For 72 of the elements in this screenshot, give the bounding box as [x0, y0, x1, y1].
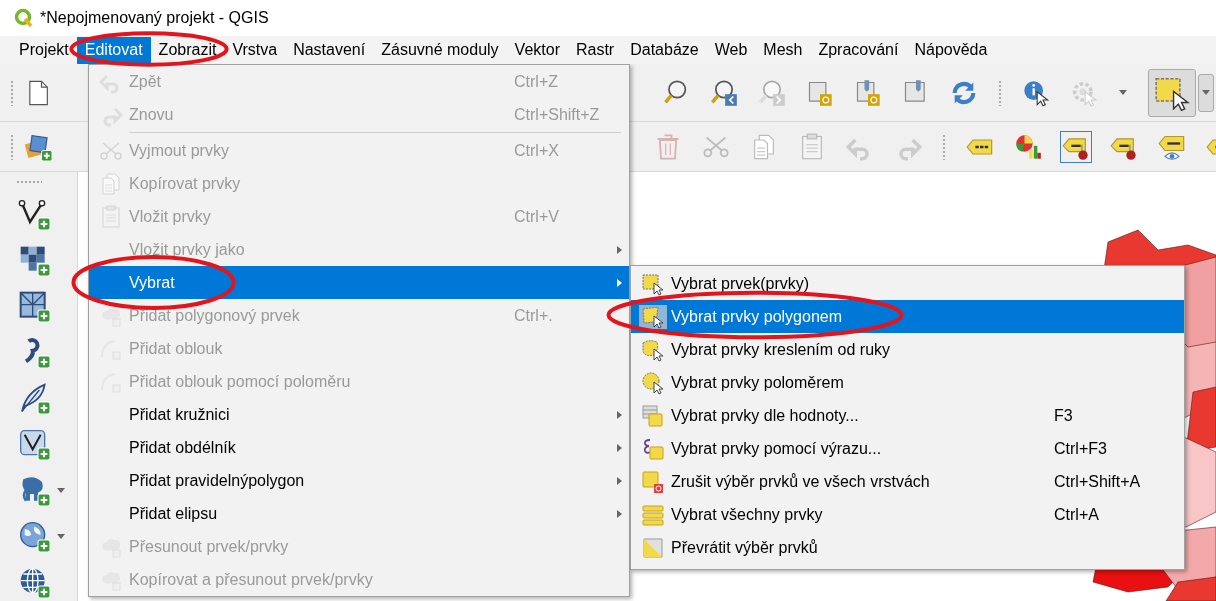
shortcut-text: Ctrl+. — [514, 306, 554, 325]
menu-bar-item[interactable]: Rastr — [567, 36, 623, 64]
diagram-icon[interactable] — [1014, 132, 1042, 161]
invert-selection-icon — [641, 535, 665, 560]
paste-icon — [99, 204, 123, 229]
bookmark-gear-icon[interactable] — [854, 78, 882, 107]
menu-bar-item[interactable]: Nastavení — [285, 36, 374, 64]
submenu-arrow-icon — [615, 409, 623, 420]
menu-bar-item[interactable]: Nápověda — [906, 36, 996, 64]
window-title: *Nepojmenovaný projekt - QGIS — [40, 9, 269, 27]
menu-item[interactable]: Vybrat všechny prvky Ctrl+A — [631, 498, 1184, 531]
shortcut-text: Ctrl+Z — [514, 72, 559, 91]
menu-bar-item[interactable]: Vrstva — [224, 36, 286, 64]
menu-item[interactable]: Přidat pravidelnýpolygon — [89, 464, 629, 497]
select-freehand-icon — [641, 337, 665, 362]
info-cursor-icon[interactable] — [1022, 78, 1050, 107]
globe-grid-icon[interactable] — [18, 566, 50, 598]
menu-item[interactable]: Zrušit výběr prvků ve všech vrstvách Ctrl+Shift+A — [631, 465, 1184, 498]
shortcut-text: F3 — [1054, 406, 1074, 425]
shortcut-text: Ctrl+X — [514, 141, 560, 160]
menu-item[interactable]: Vybrat prvky dle hodnoty... F3 — [631, 399, 1184, 432]
menu-bar-item[interactable]: Projekt — [11, 36, 77, 64]
menu-bar-item[interactable]: Vektor — [506, 36, 568, 64]
deselect-icon — [641, 469, 665, 494]
menu-bar-item[interactable]: Databáze — [622, 36, 707, 64]
menu-bar-item[interactable]: Zpracování — [810, 36, 907, 64]
vertex-box-icon[interactable] — [18, 428, 50, 460]
feather-layer-icon[interactable] — [18, 382, 50, 414]
shortcut-text: Ctrl+F3 — [1054, 439, 1108, 458]
menu-item[interactable]: Přidat obdélník — [89, 431, 629, 464]
menu-item[interactable]: Vybrat prvky poloměrem — [631, 366, 1184, 399]
select-all-icon — [641, 502, 665, 527]
menu-item[interactable]: Vybrat prvky kreslením od ruky — [631, 333, 1184, 366]
layers-add-icon[interactable] — [24, 132, 52, 161]
menu-item[interactable]: Převrátit výběr prvků — [631, 531, 1184, 564]
zoom-back-icon[interactable] — [710, 78, 738, 107]
menu-item[interactable]: Vybrat prvky polygonem — [631, 300, 1184, 333]
select-rectangle-icon — [641, 271, 665, 296]
select-polygon-icon — [641, 304, 665, 329]
vertex-layer-icon[interactable] — [18, 198, 50, 230]
dropdown-caret-icon[interactable] — [56, 486, 66, 494]
dropdown-caret-icon[interactable] — [1118, 89, 1128, 96]
label-pin-icon[interactable] — [1062, 132, 1090, 161]
menu-item[interactable]: Přidat kružnici — [89, 398, 629, 431]
menu-item[interactable]: Vybrat prvek(prvky) — [631, 267, 1184, 300]
select-radius-icon — [641, 370, 665, 395]
dropdown-caret-icon[interactable] — [56, 532, 66, 540]
menu-item[interactable]: Vybrat — [89, 266, 629, 299]
menu-item[interactable]: Vybrat prvky pomocí výrazu... Ctrl+F3 — [631, 432, 1184, 465]
select-by-value-icon — [641, 403, 665, 428]
shortcut-text: Ctrl+V — [514, 207, 560, 226]
submenu-arrow-icon — [615, 508, 623, 519]
select-rectangle-icon[interactable] — [1148, 68, 1196, 117]
dropdown-caret-icon — [1201, 89, 1211, 96]
shortcut-text: Ctrl+A — [1054, 505, 1100, 524]
menu-bar-item[interactable]: Zásuvné moduly — [373, 36, 507, 64]
expression-icon — [641, 436, 665, 461]
shortcut-text: Ctrl+Shift+Z — [514, 105, 601, 124]
shortcut-text: Ctrl+Shift+A — [1054, 472, 1142, 491]
submenu-arrow-icon — [615, 442, 623, 453]
copy-icon — [99, 171, 123, 196]
globe-icon[interactable] — [18, 520, 50, 552]
menu-bar-item[interactable]: Zobrazit — [150, 36, 225, 64]
menu-bar-item[interactable]: Mesh — [755, 36, 811, 64]
submenu-arrow-icon — [615, 475, 623, 486]
menu-item[interactable]: Přidat elipsu — [89, 497, 629, 530]
submenu-arrow-icon — [615, 277, 623, 288]
dropdown-button[interactable] — [1198, 73, 1214, 112]
menu-bar-item[interactable]: Web — [706, 36, 756, 64]
raster-layer-icon[interactable] — [18, 244, 50, 276]
submenu-arrow-icon — [615, 244, 623, 255]
app-logo-icon — [14, 8, 34, 28]
